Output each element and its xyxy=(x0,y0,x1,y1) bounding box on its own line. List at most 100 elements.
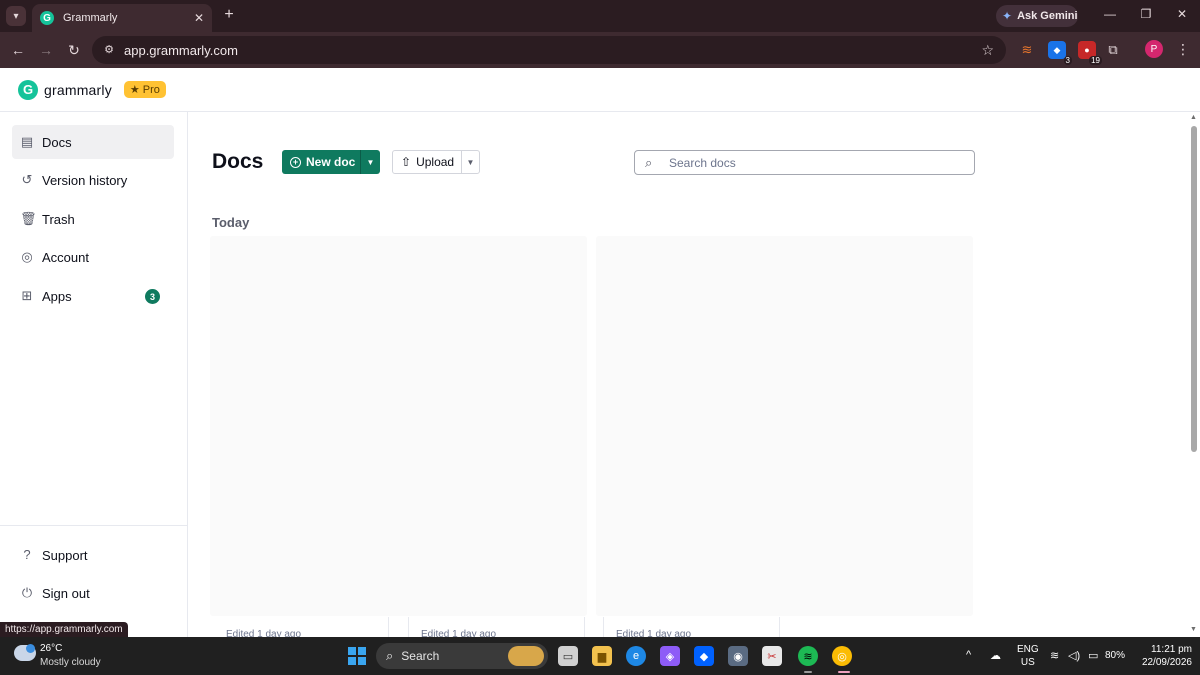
tab-title: Grammarly xyxy=(63,12,118,24)
back-arrow-icon[interactable]: ← xyxy=(8,40,28,60)
card-divider xyxy=(388,617,389,637)
sidebar-item-label: Apps xyxy=(42,288,72,304)
page-scrollbar[interactable]: ▲ ▼ xyxy=(1188,112,1200,637)
address-url[interactable]: app.grammarly.com xyxy=(124,43,981,58)
ask-gemini-button[interactable]: ✦ Ask Gemini xyxy=(996,5,1078,27)
task-view-icon[interactable]: ▭ xyxy=(558,646,578,666)
sidebar-item-label: Version history xyxy=(42,172,128,188)
scroll-up-icon[interactable]: ▲ xyxy=(1190,114,1197,121)
profile-avatar[interactable]: P xyxy=(1145,40,1163,58)
extension-hat-icon[interactable]: ≋ xyxy=(1018,41,1036,59)
extension-blue-icon[interactable]: ◆ 3 xyxy=(1048,41,1072,65)
edge-browser-icon[interactable]: e xyxy=(626,646,646,666)
dropbox-icon[interactable]: ◆ xyxy=(694,646,714,666)
browser-tab-grammarly[interactable]: G Grammarly ✕ xyxy=(32,4,212,32)
history-clock-icon: ↺ xyxy=(21,172,33,187)
gemini-sparkle-icon: ✦ xyxy=(1002,9,1013,23)
extension-badge: 19 xyxy=(1089,56,1102,65)
weather-description[interactable]: Mostly cloudy xyxy=(40,657,101,668)
search-icon: ⌕ xyxy=(386,648,394,663)
site-settings-icon[interactable]: ⚙ xyxy=(102,43,116,57)
taskbar: 26°C Mostly cloudy ⌕ Search ▭ ▆ e ◈ ◆ ◉ … xyxy=(0,637,1200,675)
spotify-icon[interactable]: ≋ xyxy=(798,646,818,666)
sidebar: ▤ Docs ↺ Version history 🗑 Trash ◎ Accou… xyxy=(0,112,188,637)
battery-icon[interactable]: ▭ xyxy=(1088,649,1098,662)
search-input[interactable] xyxy=(669,155,949,170)
bookmark-star-icon[interactable]: ☆ xyxy=(981,42,994,59)
address-bar[interactable]: ⚙ app.grammarly.com ☆ xyxy=(92,36,1006,64)
account-user-icon: ◎ xyxy=(21,249,33,264)
taskbar-search[interactable]: ⌕ Search xyxy=(376,643,548,669)
brand-wordmark[interactable]: grammarly xyxy=(44,82,112,98)
sidebar-item-docs[interactable]: ▤ Docs xyxy=(12,125,174,159)
doc-card-meta: Edited 1 day ago xyxy=(226,629,302,637)
battery-percent[interactable]: 80% xyxy=(1105,650,1125,661)
new-doc-button[interactable]: + New doc ▼ xyxy=(282,150,380,174)
forward-arrow-icon[interactable]: → xyxy=(36,40,56,60)
extension-red-icon[interactable]: ● 19 xyxy=(1078,41,1102,65)
trash-icon: 🗑 xyxy=(20,211,37,226)
extension-badge: 3 xyxy=(1063,56,1072,65)
copilot-icon[interactable]: ◈ xyxy=(660,646,680,666)
search-docs-field[interactable]: ⌕ xyxy=(634,150,975,175)
windows-start-icon[interactable] xyxy=(348,647,366,665)
sidebar-item-label: Account xyxy=(42,249,89,265)
star-icon: ★ xyxy=(129,84,140,96)
search-icon: ⌕ xyxy=(645,154,653,170)
sidebar-item-support[interactable]: ? Support xyxy=(12,538,174,572)
pro-label: Pro xyxy=(142,83,160,96)
sidebar-item-account[interactable]: ◎ Account xyxy=(12,240,174,274)
pro-badge[interactable]: ★ Pro xyxy=(123,81,166,98)
help-question-icon: ? xyxy=(23,547,31,562)
grammarly-logo-icon[interactable]: G xyxy=(18,79,38,100)
close-icon[interactable]: ✕ xyxy=(194,11,204,25)
new-tab-plus-icon[interactable]: + xyxy=(220,6,238,26)
upload-main[interactable]: ⇧ Upload xyxy=(393,155,461,169)
clock-date: 22/09/2026 xyxy=(1141,657,1192,668)
reload-icon[interactable]: ↻ xyxy=(64,40,84,60)
camera-icon[interactable]: ◉ xyxy=(728,646,748,666)
main-content: Docs + New doc ▼ ⇧ Upload ▼ ⌕ Today Edit… xyxy=(188,112,1188,637)
language-indicator[interactable]: ENG US xyxy=(1017,643,1039,669)
upload-button[interactable]: ⇧ Upload ▼ xyxy=(392,150,480,174)
sidebar-item-apps[interactable]: ⊞ Apps 3 xyxy=(12,279,174,313)
volume-icon[interactable]: ◁) xyxy=(1068,649,1080,662)
minimize-icon[interactable]: — xyxy=(1100,7,1120,21)
new-doc-main[interactable]: + New doc xyxy=(282,155,360,169)
browser-menu-kebab-icon[interactable]: ⋮ xyxy=(1176,41,1190,58)
clock[interactable]: 11:21 pm 22/09/2026 xyxy=(1136,643,1192,669)
new-doc-dropdown-icon[interactable]: ▼ xyxy=(360,150,380,174)
doc-card[interactable] xyxy=(210,236,587,616)
plus-circle-icon: + xyxy=(290,156,301,168)
scroll-down-icon[interactable]: ▼ xyxy=(1190,626,1197,633)
onedrive-cloud-icon[interactable]: ☁ xyxy=(990,649,1001,662)
doc-card[interactable] xyxy=(596,236,973,616)
active-indicator xyxy=(838,671,850,673)
taskbar-search-label: Search xyxy=(401,649,440,663)
sidebar-item-trash[interactable]: 🗑 Trash xyxy=(12,202,174,236)
new-doc-label: New doc xyxy=(306,155,356,169)
document-icon: ▤ xyxy=(20,134,34,149)
chrome-icon[interactable]: ◎ xyxy=(832,646,852,666)
upload-icon: ⇧ xyxy=(401,155,412,169)
tab-search-chevron-icon[interactable]: ▾ xyxy=(6,6,26,26)
file-explorer-icon[interactable]: ▆ xyxy=(592,646,612,666)
section-label-today: Today xyxy=(212,215,250,230)
restore-icon[interactable]: ❐ xyxy=(1136,7,1156,21)
tray-overflow-chevron-icon[interactable]: ^ xyxy=(966,649,971,661)
sidebar-item-label: Sign out xyxy=(42,585,90,601)
wifi-icon[interactable]: ≋ xyxy=(1050,649,1059,662)
weather-alert-icon xyxy=(26,644,35,653)
app-header: G grammarly ★ Pro xyxy=(0,68,1200,112)
sidebar-divider xyxy=(0,525,187,526)
sidebar-item-version-history[interactable]: ↺ Version history xyxy=(12,163,174,197)
extensions-puzzle-icon[interactable]: ⧉ xyxy=(1104,41,1122,59)
scroll-thumb[interactable] xyxy=(1191,126,1197,452)
sidebar-item-sign-out[interactable]: ⏻ Sign out xyxy=(12,576,174,610)
window-close-icon[interactable]: ✕ xyxy=(1172,7,1192,21)
snipping-tool-icon[interactable]: ✂ xyxy=(762,646,782,666)
weather-temperature[interactable]: 26°C xyxy=(40,643,62,654)
card-divider xyxy=(584,617,585,637)
language-code: ENG xyxy=(1017,644,1039,655)
upload-dropdown-icon[interactable]: ▼ xyxy=(461,151,479,173)
